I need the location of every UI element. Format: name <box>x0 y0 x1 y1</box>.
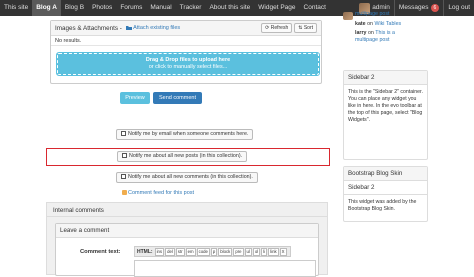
nav-item-contact[interactable]: Contact <box>300 0 330 16</box>
attach-existing-link[interactable]: Attach existing files <box>125 25 181 31</box>
internal-comments-title: Internal comments <box>47 203 327 217</box>
leave-comment-panel: Leave a comment Comment text: HTML: ins … <box>55 223 319 277</box>
avatar <box>343 12 353 20</box>
nav-item-photos[interactable]: Photos <box>88 0 116 16</box>
sort-button[interactable]: ⇅ Sort <box>294 23 317 33</box>
sort-icon: ⇅ <box>298 25 303 31</box>
toolbar-pre-button[interactable]: pre <box>233 247 244 256</box>
nav-item-forums[interactable]: Forums <box>116 0 146 16</box>
notify-comments-button[interactable]: Notify me about all new comments (in thi… <box>116 172 258 183</box>
attachments-header: Images & Attachments - Attach existing f… <box>51 21 321 36</box>
recent-item-link[interactable]: This is a <box>375 30 395 36</box>
recent-on: on <box>367 30 374 36</box>
toolbar-em-button[interactable]: em <box>185 247 196 256</box>
sort-label: Sort <box>303 25 313 31</box>
nav-item-tracker[interactable]: Tracker <box>176 0 206 16</box>
envelope-icon <box>122 153 127 158</box>
skin-subtitle: Sidebar 2 <box>344 181 427 195</box>
folder-icon <box>125 26 132 30</box>
recent-comments-list: multipage post kate on Wiki Tables larry… <box>343 11 430 44</box>
no-results-text: No results. <box>51 36 321 46</box>
recent-item-link[interactable]: multipage post <box>355 37 430 44</box>
nav-item-blog-b[interactable]: Blog B <box>61 0 88 16</box>
comment-feed-label: Comment feed for this post <box>128 190 195 196</box>
skin-body: This widget was added by the Bootstrap B… <box>348 199 417 212</box>
recent-item-link[interactable]: multipage post <box>355 11 430 18</box>
messages-label: Messages <box>398 4 429 11</box>
notify-email-button[interactable]: Notify me by email when someone comments… <box>116 129 254 140</box>
toolbar-code-button[interactable]: code <box>196 247 210 256</box>
refresh-button[interactable]: ⟳ Refresh <box>261 23 293 33</box>
skin-title: Bootstrap Blog Skin <box>344 167 427 181</box>
sidebar2-body: This is the "Sidebar 2" container. You c… <box>348 89 423 123</box>
nav-item-widget-page[interactable]: Widget Page <box>254 0 299 16</box>
comment-textarea[interactable] <box>134 260 316 277</box>
nav-item-blog-a[interactable]: Blog A <box>32 0 61 16</box>
notify-posts-label: Notify me about all new posts (in this c… <box>129 153 243 159</box>
toolbar-li-button[interactable]: li <box>261 247 268 256</box>
comment-text-label: Comment text: <box>80 249 121 255</box>
recent-user: larry <box>355 30 367 36</box>
attachments-panel: Images & Attachments - Attach existing f… <box>50 20 322 84</box>
internal-comments-section: Internal comments Leave a comment Commen… <box>46 202 328 277</box>
file-dropzone[interactable]: Drag & Drop files to upload here or clic… <box>56 52 320 76</box>
toolbar-p-button[interactable]: p <box>210 247 218 256</box>
toolbar-ul-button[interactable]: ul <box>244 247 252 256</box>
list-item: kate on Wiki Tables <box>355 21 430 28</box>
refresh-icon: ⟳ <box>265 25 270 31</box>
nav-item-about[interactable]: About this site <box>205 0 254 16</box>
toolbar-close-button[interactable]: X <box>279 247 287 256</box>
html-toolbar: HTML: ins del str em code p block pre ul… <box>134 246 291 257</box>
attachments-title: Images & Attachments - <box>55 24 122 32</box>
nav-item-manual[interactable]: Manual <box>146 0 175 16</box>
toolbar-block-button[interactable]: block <box>218 247 233 256</box>
toolbar-ins-button[interactable]: ins <box>154 247 165 256</box>
send-comment-button[interactable]: Send comment <box>153 92 202 104</box>
recent-item-link[interactable]: Wiki Tables <box>374 21 401 27</box>
skin-widget: Bootstrap Blog Skin Sidebar 2 This widge… <box>343 166 428 222</box>
toolbar-del-button[interactable]: del <box>165 247 175 256</box>
dropzone-subtitle: or click to manually select files... <box>148 64 228 70</box>
notify-comments-label: Notify me about all new comments (in thi… <box>128 174 253 180</box>
recent-on: on <box>367 21 373 27</box>
preview-button[interactable]: Preview <box>120 92 150 104</box>
envelope-icon <box>121 131 126 136</box>
notify-email-label: Notify me by email when someone comments… <box>128 131 249 137</box>
logout-link[interactable]: Log out <box>444 0 474 16</box>
messages-count-badge: 6 <box>430 4 440 12</box>
recent-user: kate <box>355 21 366 27</box>
attach-existing-label: Attach existing files <box>133 25 181 31</box>
sidebar2-widget: Sidebar 2 This is the "Sidebar 2" contai… <box>343 70 428 160</box>
dropzone-title: Drag & Drop files to upload here <box>145 57 231 63</box>
sidebar2-title: Sidebar 2 <box>344 71 427 85</box>
leave-comment-title: Leave a comment <box>56 224 318 238</box>
rss-icon <box>122 190 127 195</box>
toolbar-link-button[interactable]: link <box>268 247 279 256</box>
nav-item-this-site[interactable]: This site <box>0 0 32 16</box>
envelope-icon <box>121 174 126 179</box>
toolbar-ol-button[interactable]: ol <box>252 247 261 256</box>
comment-feed-link[interactable]: Comment feed for this post <box>122 190 194 196</box>
html-label: HTML: <box>137 248 153 255</box>
toolbar-str-button[interactable]: str <box>175 247 185 256</box>
notify-posts-button[interactable]: Notify me about all new posts (in this c… <box>117 151 248 162</box>
list-item: larry on This is a <box>355 30 430 37</box>
refresh-label: Refresh <box>270 25 289 31</box>
